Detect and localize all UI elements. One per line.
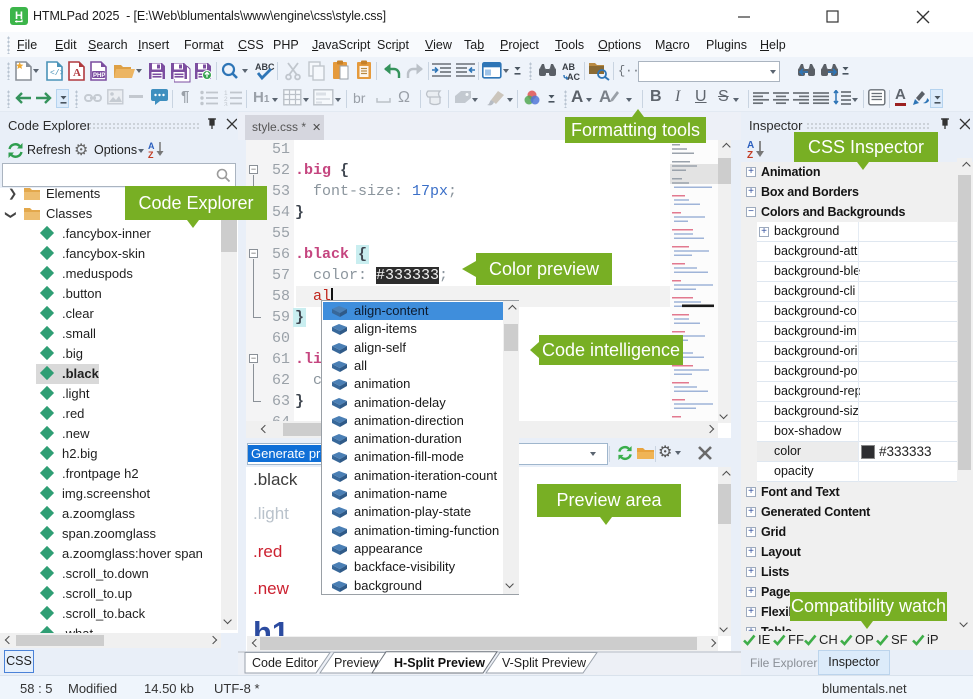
- svg-text:AC: AC: [567, 72, 580, 81]
- svg-text:PHP: PHP: [93, 73, 105, 79]
- svg-text:Code Editor: Code Editor: [252, 656, 318, 670]
- svg-text:Z: Z: [747, 150, 753, 158]
- svg-text:H-Split Preview: H-Split Preview: [394, 656, 485, 670]
- svg-text:3: 3: [224, 102, 228, 107]
- svg-text:ABC: ABC: [255, 62, 275, 72]
- svg-text:A: A: [73, 67, 81, 79]
- svg-text:V-Split Preview: V-Split Preview: [502, 656, 587, 670]
- svg-text:Z: Z: [148, 150, 154, 158]
- svg-text:AB: AB: [562, 62, 575, 72]
- svg-text:</>: </>: [50, 69, 63, 78]
- svg-text:Preview: Preview: [334, 656, 379, 670]
